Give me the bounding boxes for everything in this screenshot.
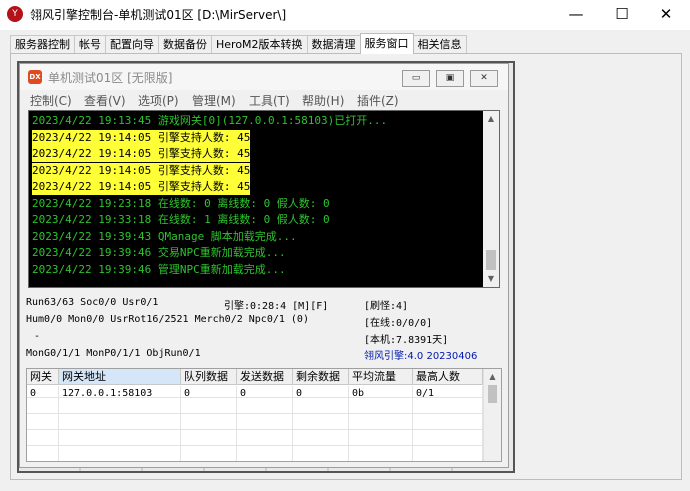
column-header-address[interactable]: 网关地址 — [59, 369, 181, 385]
column-header-gateway[interactable]: 网关 — [27, 369, 59, 385]
server-window: DX 单机测试01区 [无限版] ▭ ▣ ✕ 控制(C) 查看(V) 选项(P)… — [19, 63, 509, 468]
window-title: 翎风引擎控制台-单机测试01区 [D:\MirServer\] — [30, 8, 287, 22]
cell-gateway: 0 — [30, 388, 37, 399]
log-line: 2023/4/22 19:14:05 引擎支持人数: 45 — [32, 129, 251, 146]
table-scroll-thumb[interactable] — [488, 385, 497, 403]
scroll-down-icon[interactable]: ▼ — [483, 271, 499, 287]
table-scroll-up-icon[interactable]: ▲ — [484, 369, 501, 385]
tab-service-window[interactable]: 服务窗口 — [359, 33, 414, 54]
column-header-avg-traffic[interactable]: 平均流量 — [349, 369, 413, 385]
menu-tools[interactable]: 工具(T) — [249, 92, 290, 109]
server-restore-button[interactable]: ▣ — [436, 70, 464, 87]
tab-data-backup[interactable]: 数据备份 — [158, 35, 212, 54]
cell-queue: 0 — [184, 388, 191, 399]
log-line: 2023/4/22 19:39:46 交易NPC重新加载完成... — [32, 246, 286, 259]
column-header-max-users[interactable]: 最高人数 — [413, 369, 483, 385]
engine-version: 翎风引擎:4.0 20230406 — [364, 351, 478, 362]
status-local: [本机:7.8391天] — [364, 335, 449, 346]
tab-server-control[interactable]: 服务器控制 — [10, 35, 75, 54]
tab-account[interactable]: 帐号 — [74, 35, 106, 54]
title-bar: Y 翎风引擎控制台-单机测试01区 [D:\MirServer\] — ☐ ✕ — [0, 0, 690, 30]
tab-bar: 服务器控制 帐号 配置向导 数据备份 HeroM2版本转换 数据清理 服务窗口 相关信息 — [10, 33, 467, 54]
cell-max-users: 0/1 — [416, 388, 435, 399]
server-window-title: 单机测试01区 [无限版] — [48, 71, 173, 85]
log-line: 2023/4/22 19:14:05 引擎支持人数: 45 — [32, 162, 251, 179]
gateway-table: 网关 网关地址 队列数据 发送数据 剩余数据 平均流量 最高人数 0 127.0… — [26, 368, 502, 462]
column-header-remaining[interactable]: 剩余数据 — [293, 369, 349, 385]
log-line: 2023/4/22 19:23:18 在线数: 0 离线数: 0 假人数: 0 — [32, 196, 330, 210]
tab-data-cleanup[interactable]: 数据清理 — [306, 35, 361, 54]
status-engine-time: 引擎:0:28:4 [M][F] — [224, 301, 329, 312]
menu-plugins[interactable]: 插件(Z) — [357, 92, 399, 109]
server-minimize-button[interactable]: ▭ — [402, 70, 430, 87]
table-scrollbar[interactable]: ▲ — [483, 369, 501, 461]
tab-related-info[interactable]: 相关信息 — [412, 35, 467, 54]
status-online: [在线:0/0/0] — [364, 318, 433, 329]
menu-bar: 控制(C) 查看(V) 选项(P) 管理(M) 工具(T) 帮助(H) 插件(Z… — [20, 90, 508, 110]
scroll-up-icon[interactable]: ▲ — [483, 111, 499, 127]
menu-manage[interactable]: 管理(M) — [192, 92, 236, 109]
log-line: 2023/4/22 19:33:18 在线数: 1 离线数: 0 假人数: 0 — [32, 213, 330, 226]
cell-sent: 0 — [240, 388, 247, 399]
log-console[interactable]: 2023/4/22 19:13:45 游戏网关[0](127.0.0.1:581… — [28, 110, 500, 288]
cell-avg-traffic: 0b — [352, 388, 365, 399]
main-window: Y 翎风引擎控制台-单机测试01区 [D:\MirServer\] — ☐ ✕ … — [0, 0, 690, 491]
console-scroll-thumb[interactable] — [486, 250, 496, 270]
log-line: 2023/4/22 19:13:45 游戏网关[0](127.0.0.1:581… — [32, 114, 388, 127]
menu-help[interactable]: 帮助(H) — [302, 92, 344, 109]
log-line: 2023/4/22 19:14:05 引擎支持人数: 45 — [32, 146, 251, 162]
menu-options[interactable]: 选项(P) — [138, 92, 179, 109]
column-header-sent[interactable]: 发送数据 — [237, 369, 293, 385]
status-hum: Hum0/0 Mon0/0 UsrRot16/2521 Merch0/2 Npc… — [26, 314, 309, 325]
column-header-queue[interactable]: 队列数据 — [181, 369, 237, 385]
status-run: Run63/63 Soc0/0 Usr0/1 — [26, 297, 159, 308]
console-scrollbar[interactable]: ▲ ▼ — [483, 111, 499, 287]
server-close-button[interactable]: ✕ — [470, 70, 498, 87]
status-refresh: [刷怪:4] — [364, 301, 409, 312]
cell-address: 127.0.0.1:58103 — [62, 388, 153, 399]
menu-view[interactable]: 查看(V) — [84, 92, 126, 109]
cell-remaining: 0 — [296, 388, 303, 399]
log-line: 2023/4/22 19:39:46 管理NPC重新加载完成... — [32, 262, 286, 276]
menu-control[interactable]: 控制(C) — [30, 92, 72, 109]
minimize-button[interactable]: — — [553, 0, 599, 30]
tab-herom2-convert[interactable]: HeroM2版本转换 — [211, 35, 308, 54]
close-button[interactable]: ✕ — [643, 0, 689, 30]
status-mon: MonG0/1/1 MonP0/1/1 ObjRun0/1 — [26, 348, 201, 359]
tab-config-wizard[interactable]: 配置向导 — [105, 35, 159, 54]
dx-logo-icon: DX — [28, 70, 42, 84]
log-line: 2023/4/22 19:39:43 QManage 脚本加载完成... — [32, 229, 297, 243]
status-dash: - — [34, 331, 41, 342]
log-line: 2023/4/22 19:14:05 引擎支持人数: 45 — [32, 179, 251, 195]
maximize-button[interactable]: ☐ — [599, 0, 645, 30]
server-window-titlebar[interactable]: DX 单机测试01区 [无限版] ▭ ▣ ✕ — [20, 64, 508, 90]
engine-logo-icon: Y — [7, 6, 23, 22]
